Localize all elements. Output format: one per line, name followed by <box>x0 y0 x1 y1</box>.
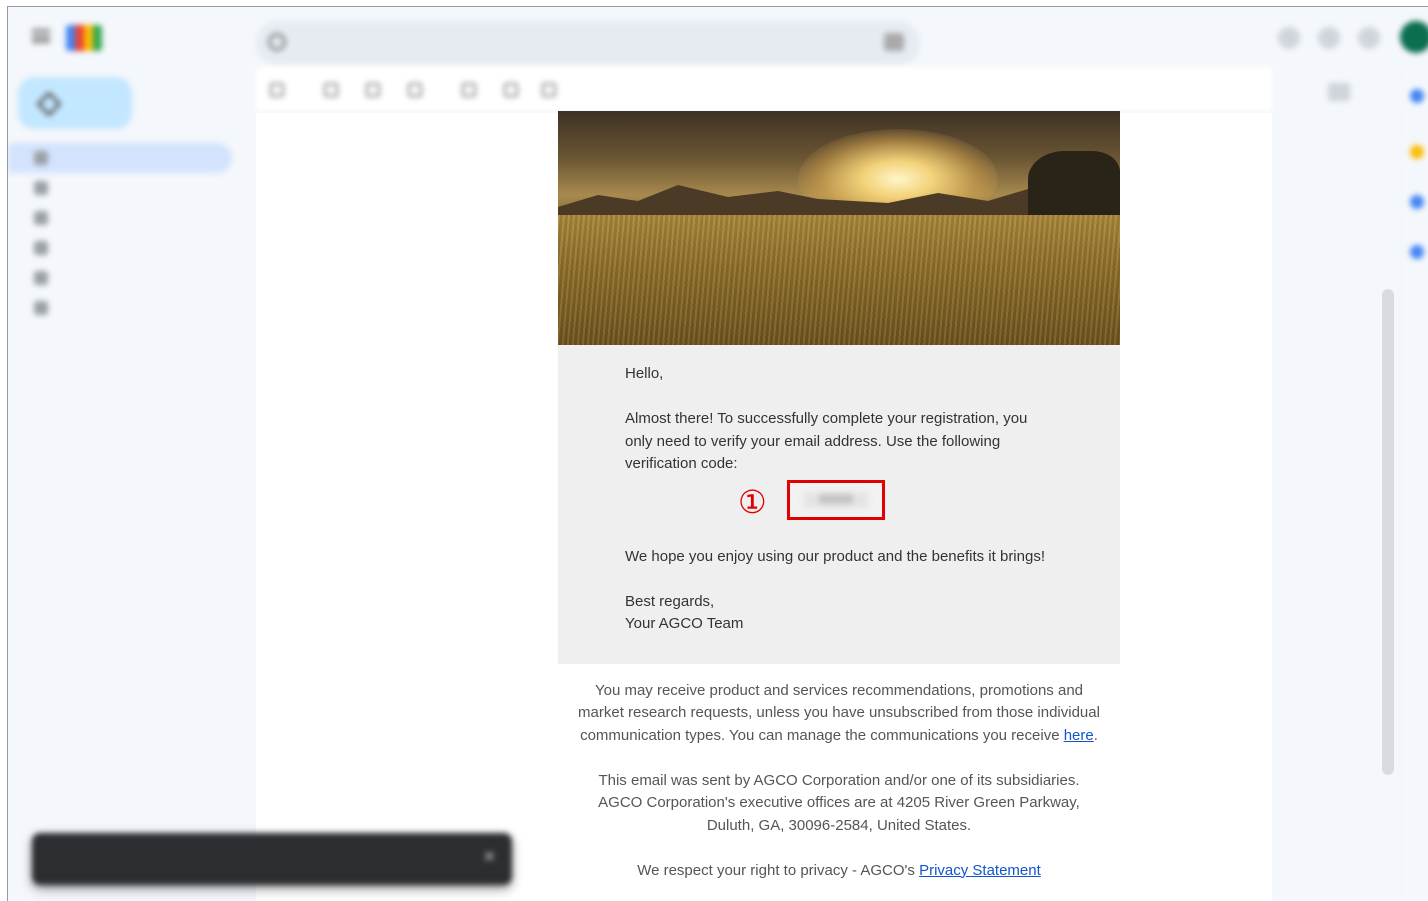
verification-code-highlight <box>787 479 885 520</box>
back-icon[interactable] <box>270 83 284 97</box>
gmail-logo[interactable] <box>66 25 102 51</box>
sender-info: This email was sent by AGCO Corporation … <box>572 770 1106 838</box>
email-footer: You may receive product and services rec… <box>558 664 1120 883</box>
message-card: Hello, Almost there! To successfully com… <box>558 345 1120 664</box>
message-toolbar <box>256 67 1272 113</box>
contacts-icon[interactable] <box>1410 245 1424 259</box>
menu-icon[interactable] <box>32 29 50 43</box>
filter-icon[interactable] <box>884 33 904 51</box>
calendar-icon[interactable] <box>1410 89 1424 103</box>
search-icon[interactable] <box>268 33 286 51</box>
compose-icon <box>36 91 62 117</box>
chevron-down-icon <box>34 301 48 315</box>
close-icon[interactable]: ✕ <box>483 847 496 867</box>
trees <box>1028 151 1120 221</box>
verification-code-redacted <box>804 491 868 508</box>
gmail-window: Hello, Almost there! To successfully com… <box>7 6 1428 901</box>
help-icon[interactable] <box>1278 27 1300 49</box>
marketing-text: You may receive product and services rec… <box>578 681 1100 744</box>
marketing-notice: You may receive product and services rec… <box>572 680 1106 748</box>
more-icon[interactable] <box>542 83 556 97</box>
avatar[interactable] <box>1400 21 1428 53</box>
hero-image <box>558 111 1120 345</box>
compose-button[interactable] <box>18 77 132 129</box>
inbox-icon <box>34 151 48 165</box>
sender-line-2: AGCO Corporation's executive offices are… <box>598 794 1080 811</box>
sidebar-item-more[interactable] <box>8 293 232 323</box>
clock-icon <box>34 211 48 225</box>
verification-code-row: ① <box>625 476 1054 546</box>
archive-icon[interactable] <box>324 83 338 97</box>
star-icon <box>34 181 48 195</box>
greeting: Hello, <box>625 365 664 382</box>
sender-line-3: Duluth, GA, 30096-2584, United States. <box>706 816 972 834</box>
mark-unread-icon[interactable] <box>462 83 476 97</box>
apps-icon[interactable] <box>1358 27 1380 49</box>
send-icon <box>34 241 48 255</box>
sidebar-item-inbox[interactable] <box>8 143 232 173</box>
privacy-notice: We respect your right to privacy - AGCO'… <box>572 860 1106 883</box>
delete-icon[interactable] <box>408 83 422 97</box>
sender-line-1: This email was sent by AGCO Corporation … <box>598 771 1080 789</box>
sidebar-item-starred[interactable] <box>8 173 232 203</box>
intro-text: Almost there! To successfully complete y… <box>625 410 1028 472</box>
scrollbar[interactable] <box>1382 289 1394 775</box>
privacy-statement-link[interactable]: Privacy Statement <box>919 862 1041 879</box>
sidebar-item-snoozed[interactable] <box>8 203 232 233</box>
report-icon[interactable] <box>366 83 380 97</box>
sidebar-item-sent[interactable] <box>8 233 232 263</box>
wheat-field <box>558 215 1120 345</box>
snooze-icon[interactable] <box>504 83 518 97</box>
search-bar[interactable] <box>256 21 920 65</box>
email-body: Hello, Almost there! To successfully com… <box>558 111 1120 901</box>
keep-icon[interactable] <box>1410 145 1424 159</box>
tasks-icon[interactable] <box>1410 195 1424 209</box>
period: . <box>1093 726 1098 744</box>
sign-off: Best regards, <box>625 592 715 610</box>
sidebar-item-drafts[interactable] <box>8 263 232 293</box>
closing-line: We hope you enjoy using our product and … <box>625 547 1045 565</box>
top-bar <box>8 7 1428 69</box>
draft-icon <box>34 271 48 285</box>
manage-communications-link[interactable]: here <box>1064 727 1094 744</box>
annotation-marker: ① <box>738 482 767 521</box>
snackbar-toast: ✕ <box>32 833 512 885</box>
signature: Your AGCO Team <box>625 615 744 632</box>
side-panel <box>1404 69 1428 901</box>
reading-pane: Hello, Almost there! To successfully com… <box>256 111 1272 901</box>
privacy-text: We respect your right to privacy - AGCO'… <box>637 861 915 879</box>
settings-icon[interactable] <box>1318 27 1340 49</box>
input-tools-icon[interactable] <box>1328 83 1350 101</box>
